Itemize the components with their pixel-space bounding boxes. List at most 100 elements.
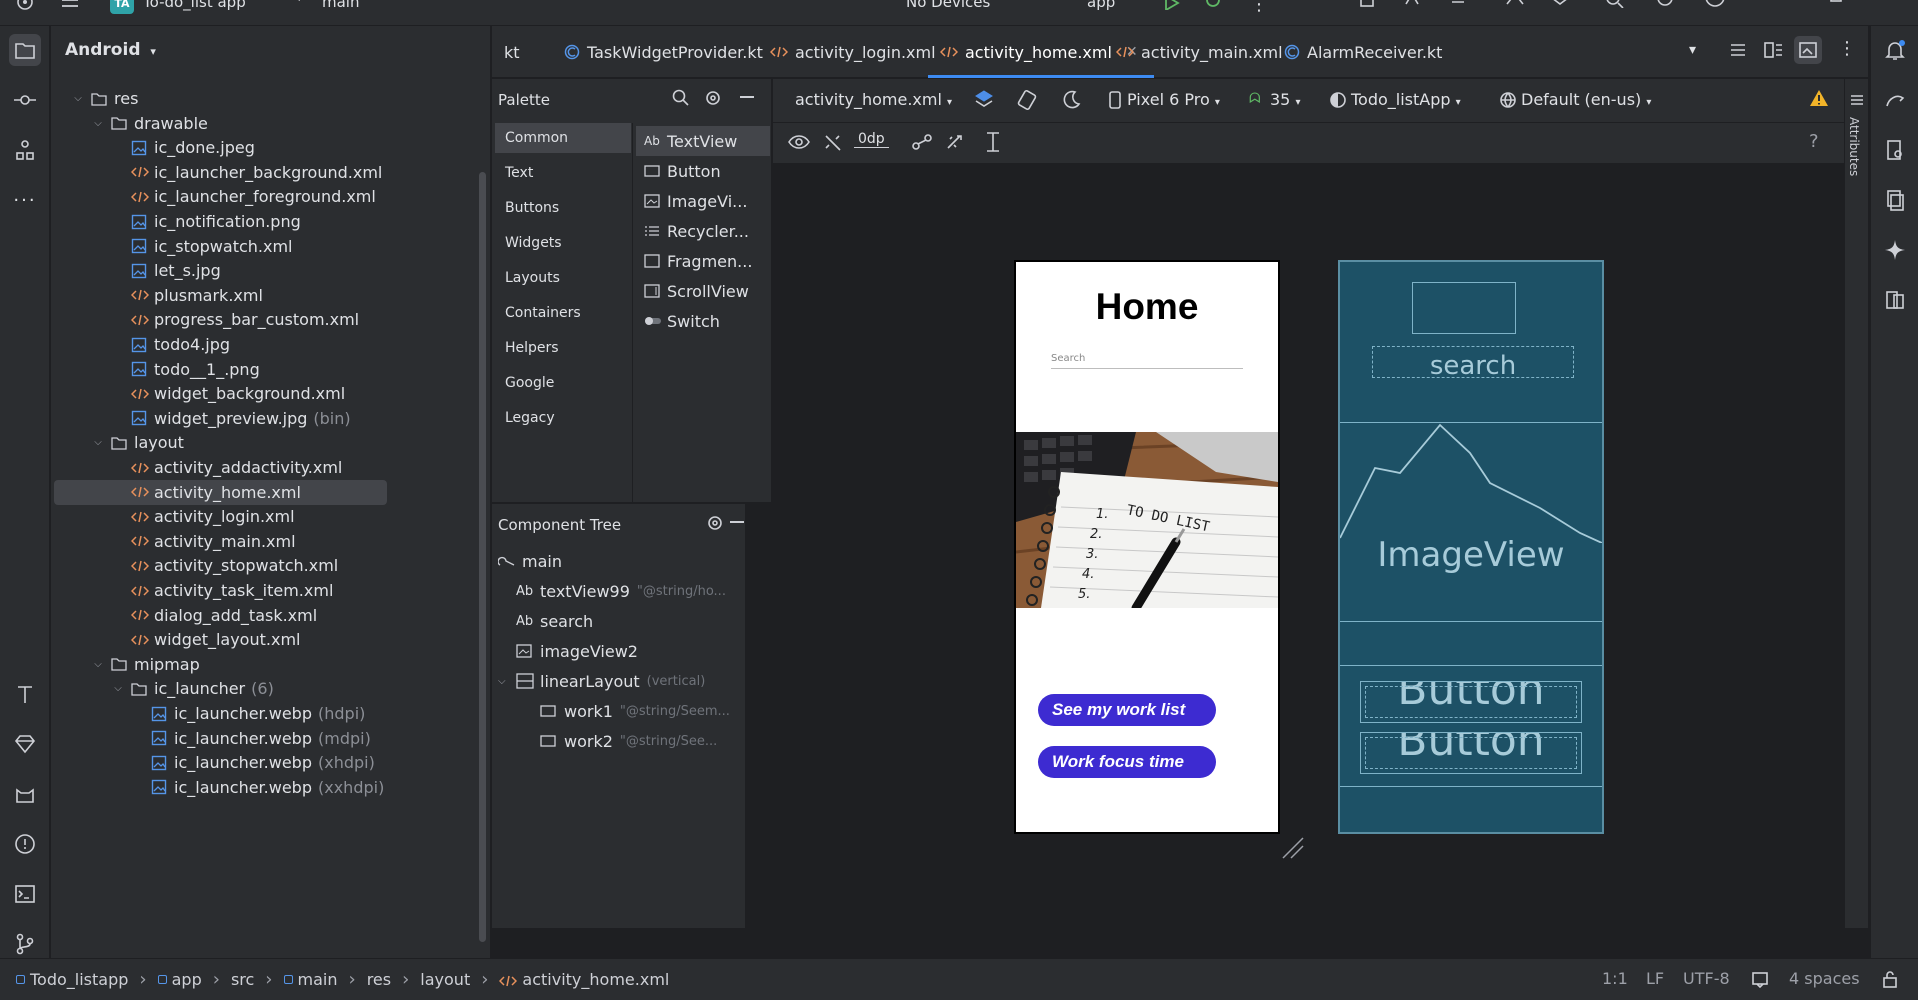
tree-item[interactable]: ⌵ drawable <box>51 111 490 136</box>
component-tree-item[interactable]: ⌵ linearLayout (vertical) <box>492 668 745 694</box>
palette-widget[interactable]: Switch <box>636 306 770 336</box>
indent-setting[interactable]: 4 spaces <box>1789 969 1860 988</box>
blueprint-button2[interactable]: Button <box>1360 732 1582 774</box>
blueprint-title-box[interactable] <box>1412 282 1516 334</box>
breadcrumb-item[interactable]: src <box>231 970 254 989</box>
editor-more-icon[interactable]: ⋮ <box>1838 38 1856 59</box>
palette-category-text[interactable]: Text <box>492 158 632 188</box>
blueprint-preview[interactable]: search ImageView Button Button <box>1338 260 1604 834</box>
resource-manager-icon[interactable] <box>1879 184 1911 216</box>
locale-selector[interactable]: Default (en-us) ▾ <box>1521 90 1651 109</box>
attributes-icon[interactable] <box>1850 93 1864 107</box>
blueprint-image-box[interactable]: ImageView <box>1340 422 1602 622</box>
preview-image[interactable]: TO DO LIST 1. 2. 3. 4. 5. <box>1016 432 1278 608</box>
tree-item[interactable]: ic_launcher.webp (hdpi) <box>51 701 490 726</box>
tree-item[interactable]: ic_launcher.webp (xxhdpi) <box>51 775 490 800</box>
tab-activity-main-xml[interactable]: activity_main.xml <box>1116 26 1283 78</box>
device-selector[interactable]: No Devices <box>906 0 990 11</box>
commit-tool-button[interactable] <box>9 84 41 116</box>
tree-item[interactable]: activity_main.xml <box>51 529 490 554</box>
tab-alarmreceiver-kt[interactable]: AlarmReceiver.kt <box>1284 26 1442 78</box>
warning-icon[interactable] <box>1809 89 1829 107</box>
project-scrollbar[interactable] <box>479 172 486 942</box>
gem-tool-button[interactable] <box>9 728 41 760</box>
logcat-tool-button[interactable] <box>9 778 41 810</box>
palette-widget[interactable]: Button <box>636 156 770 186</box>
tree-item[interactable]: widget_preview.jpg (bin) <box>51 406 490 431</box>
tab-list-chevron-icon[interactable]: ▾ <box>1689 42 1696 58</box>
tree-item[interactable]: todo4.jpg <box>51 332 490 357</box>
problems-tool-button[interactable] <box>9 828 41 860</box>
breadcrumb-item[interactable]: activity_home.xml <box>522 970 669 989</box>
palette-category-helpers[interactable]: Helpers <box>492 333 632 363</box>
notifications-icon[interactable] <box>1879 34 1911 66</box>
breadcrumb-item[interactable]: main <box>298 970 338 989</box>
component-tree-item[interactable]: Ab textView99 "@string/ho... <box>492 578 745 604</box>
tree-item[interactable]: widget_background.xml <box>51 381 490 406</box>
build-tool-button[interactable] <box>9 678 41 710</box>
component-tree-item[interactable]: Ab search <box>492 608 745 634</box>
breadcrumb-item[interactable]: Todo_listapp <box>30 970 128 989</box>
component-tree-item[interactable]: work1 "@string/Seem... <box>492 698 745 724</box>
main-menu-icon[interactable] <box>60 0 80 14</box>
vcs-icon[interactable] <box>1550 0 1572 8</box>
palette-category-layouts[interactable]: Layouts <box>492 263 632 293</box>
device-selector-button[interactable]: Pixel 6 Pro ▾ <box>1127 90 1220 109</box>
tree-item[interactable]: ic_launcher_background.xml <box>51 160 490 185</box>
component-tree-item[interactable]: main <box>492 548 745 574</box>
theme-selector[interactable]: Todo_listApp ▾ <box>1351 90 1461 109</box>
structure-tool-button[interactable] <box>9 134 41 166</box>
preview-focus-time-button[interactable]: Work focus time <box>1038 746 1216 778</box>
layout-file-selector[interactable]: activity_home.xml ▾ <box>795 90 952 109</box>
resize-handle-icon[interactable] <box>1281 836 1305 860</box>
design-surface-icon[interactable] <box>973 89 995 111</box>
preview-home-title[interactable]: Home <box>1016 286 1278 328</box>
account-icon[interactable] <box>1703 0 1727 8</box>
tree-item[interactable]: activity_home.xml <box>54 479 387 505</box>
component-tree-item[interactable]: imageView2 <box>492 638 745 664</box>
chevron-down-icon[interactable]: ⌵ <box>91 437 105 448</box>
line-separator[interactable]: LF <box>1646 969 1664 988</box>
palette-category-buttons[interactable]: Buttons <box>492 193 632 223</box>
blueprint-button1[interactable]: Button <box>1360 681 1582 723</box>
tree-item[interactable]: ic_launcher.webp (xhdpi) <box>51 750 490 775</box>
tree-item[interactable]: activity_addactivity.xml <box>51 455 490 480</box>
palette-category-common[interactable]: Common <box>495 123 631 153</box>
tree-item[interactable]: ic_stopwatch.xml <box>51 234 490 259</box>
palette-category-widgets[interactable]: Widgets <box>492 228 632 258</box>
guidelines-icon[interactable] <box>983 131 1003 153</box>
clear-constraints-icon[interactable] <box>911 133 933 151</box>
project-tool-button[interactable] <box>9 34 41 66</box>
palette-widget[interactable]: Fragmen... <box>636 246 770 276</box>
orientation-icon[interactable] <box>1016 89 1038 111</box>
tree-item[interactable]: ic_notification.png <box>51 209 490 234</box>
tree-item[interactable]: let_s.jpg <box>51 258 490 283</box>
tab-activity-login-xml[interactable]: activity_login.xml <box>770 26 936 78</box>
settings-icon[interactable] <box>1655 0 1675 8</box>
run-config[interactable]: app <box>1087 0 1115 11</box>
palette-category-google[interactable]: Google <box>492 368 632 398</box>
palette-search-icon[interactable] <box>672 89 690 107</box>
tree-item[interactable]: ⌵ ic_launcher (6) <box>51 676 490 701</box>
tree-item[interactable]: activity_login.xml <box>51 504 490 529</box>
chevron-down-icon[interactable]: ⌵ <box>498 676 516 687</box>
palette-category-containers[interactable]: Containers <box>492 298 632 328</box>
more-tools-icon[interactable]: ··· <box>9 184 41 216</box>
run-icon[interactable] <box>1163 0 1181 10</box>
translate-icon[interactable] <box>1404 0 1426 8</box>
tree-item[interactable]: ic_done.jpeg <box>51 135 490 160</box>
tree-item[interactable]: progress_bar_custom.xml <box>51 307 490 332</box>
blueprint-search-box[interactable]: search <box>1372 346 1574 378</box>
sync-icon[interactable] <box>1450 0 1472 8</box>
night-mode-icon[interactable] <box>1060 89 1082 111</box>
caret-position[interactable]: 1:1 <box>1602 969 1628 988</box>
infer-constraints-icon[interactable] <box>945 133 965 151</box>
gradle-sync-icon[interactable] <box>1505 0 1527 8</box>
window-restore-icon[interactable] <box>1828 0 1844 6</box>
app-logo-icon[interactable] <box>14 0 36 14</box>
file-encoding[interactable]: UTF-8 <box>1683 969 1730 988</box>
running-devices-icon[interactable] <box>1879 284 1911 316</box>
autoconnect-off-icon[interactable] <box>823 133 843 151</box>
palette-settings-icon[interactable] <box>704 89 722 107</box>
palette-widget[interactable]: Recycler... <box>636 216 770 246</box>
